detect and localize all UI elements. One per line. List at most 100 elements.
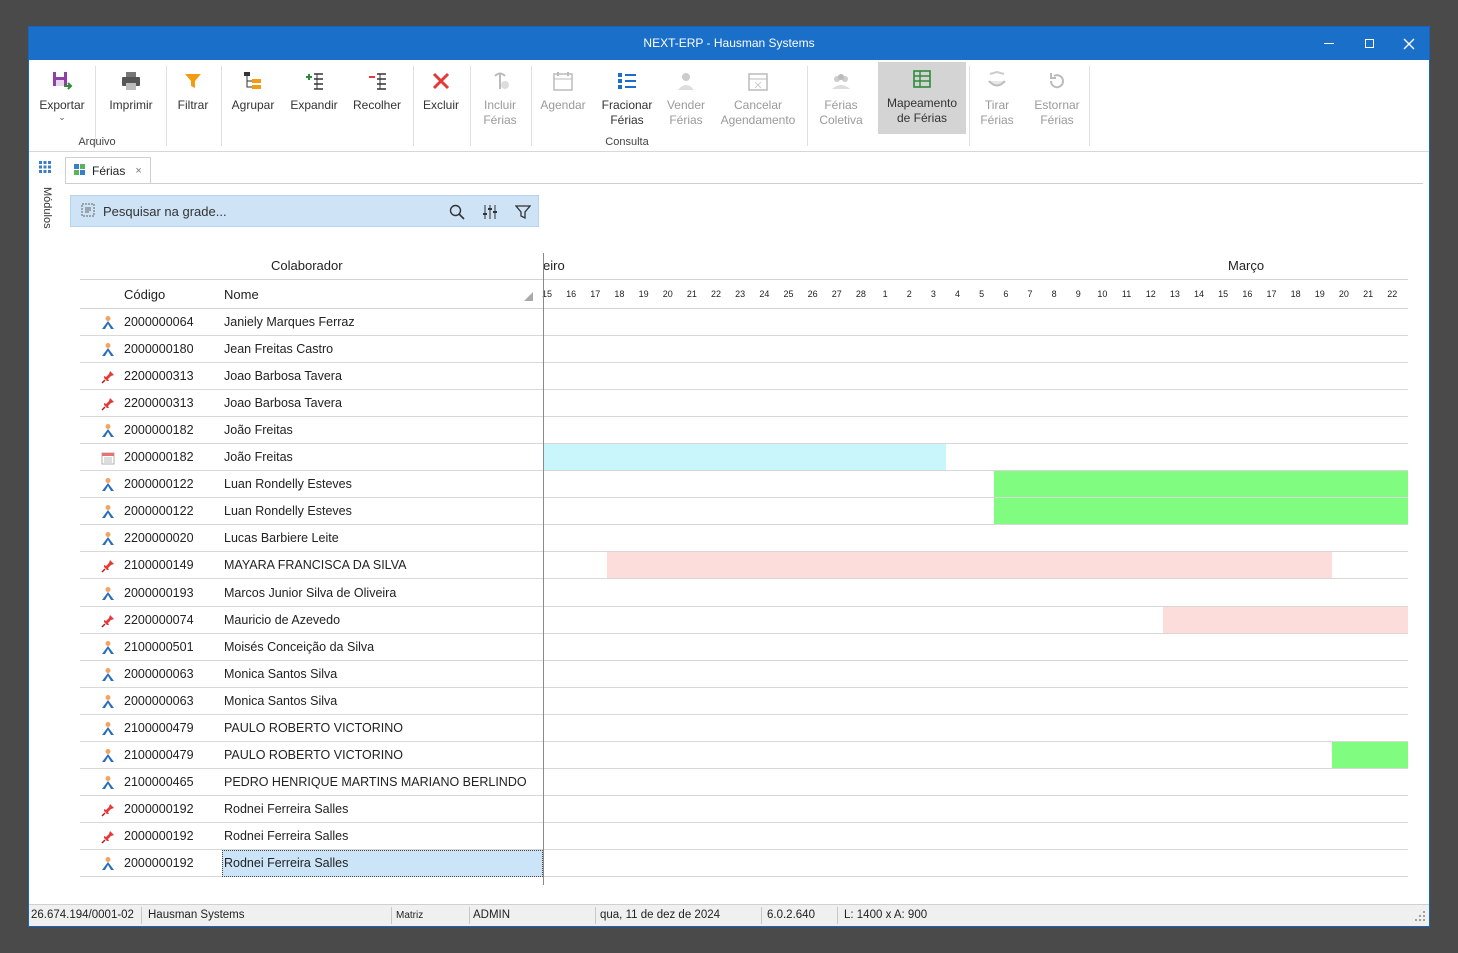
maximize-button[interactable] (1349, 27, 1389, 60)
day-header: 20 (662, 289, 673, 299)
person-icon (100, 640, 116, 656)
cell-code: 2100000501 (124, 639, 194, 654)
table-row[interactable]: 2000000180 Jean Freitas Castro (80, 336, 1408, 364)
day-header: 16 (1242, 289, 1253, 299)
table-row[interactable]: 2000000182 João Freitas (80, 444, 1408, 472)
close-button[interactable] (1389, 27, 1429, 60)
include-vacation-button[interactable]: Incluir Férias (476, 64, 524, 134)
minimize-button[interactable] (1309, 27, 1349, 60)
include-vacation-label-2: Férias (483, 113, 517, 127)
pin-icon (100, 829, 116, 845)
vacation-bar[interactable] (607, 552, 1332, 579)
cell-name: PAULO ROBERTO VICTORINO (224, 747, 403, 762)
grid-search-bar[interactable]: Pesquisar na grade... (70, 195, 539, 227)
search-input[interactable]: Pesquisar na grade... (103, 204, 227, 219)
table-row[interactable]: 2200000313 Joao Barbosa Tavera (80, 390, 1408, 418)
table-row[interactable]: 2000000122 Luan Rondelly Esteves (80, 498, 1408, 526)
person-icon (100, 667, 116, 683)
print-label: Imprimir (109, 98, 153, 112)
ribbon-divider (807, 66, 808, 146)
person-icon (100, 531, 116, 547)
reverse-vacation-button[interactable]: Estornar Férias (1031, 64, 1083, 134)
month-header-left: eiro (543, 258, 565, 273)
collective-vacation-button[interactable]: Férias Coletiva (815, 64, 867, 134)
vacation-bar[interactable] (1331, 741, 1408, 768)
sliders-icon[interactable] (482, 204, 498, 223)
table-row[interactable]: 2200000313 Joao Barbosa Tavera (80, 363, 1408, 391)
day-header: 22 (711, 289, 722, 299)
cell-code: 2000000192 (124, 856, 194, 870)
modules-sidebar-label[interactable]: Módulos (35, 187, 53, 247)
print-button[interactable]: Imprimir (101, 64, 161, 134)
table-row[interactable]: 2000000192 Rodnei Ferreira Salles (80, 796, 1408, 823)
table-row[interactable]: 2000000192 Rodnei Ferreira Salles (80, 850, 1408, 877)
status-cnpj: 26.674.194/0001-02 (31, 909, 134, 921)
vacation-bar[interactable] (1162, 606, 1408, 633)
cell-name: Janiely Marques Ferraz (224, 315, 355, 329)
table-row[interactable]: 2000000063 Monica Santos Silva (80, 688, 1408, 715)
search-icon[interactable] (449, 204, 465, 223)
table-row[interactable]: 2000000193 Marcos Junior Silva de Oliveir… (80, 580, 1408, 607)
cell-code: 2100000465 (124, 774, 194, 789)
tab-underline (65, 183, 1423, 184)
table-row[interactable]: 2000000063 Monica Santos Silva (80, 661, 1408, 688)
table-row[interactable]: 2000000182 João Freitas (80, 417, 1408, 445)
tab-ferias[interactable]: Férias × (65, 157, 151, 184)
person-icon (100, 721, 116, 737)
person-icon (100, 342, 116, 358)
table-row[interactable]: 2000000192 Rodnei Ferreira Salles (80, 823, 1408, 850)
grid-split-divider[interactable] (543, 253, 544, 885)
take-vacation-button[interactable]: Tirar Férias (975, 64, 1019, 134)
day-header: 14 (1194, 289, 1205, 299)
expand-icon (306, 73, 323, 90)
table-row[interactable]: 2100000501 Moisés Conceição da Silva (80, 634, 1408, 661)
sort-corner-icon[interactable] (524, 290, 533, 304)
cancel-schedule-button[interactable]: Cancelar Agendamento (717, 64, 799, 134)
vacation-bar[interactable] (993, 471, 1408, 498)
resize-grip-icon[interactable] (1415, 911, 1425, 924)
table-row[interactable]: 2100000465 PEDRO HENRIQUE MARTINS MARIANO… (80, 769, 1408, 796)
split-vacation-button[interactable]: Fracionar Férias (597, 64, 657, 134)
vacation-bar[interactable] (544, 444, 946, 471)
day-header: 17 (1266, 289, 1277, 299)
table-row[interactable]: 2100000149 MAYARA FRANCISCA DA SILVA (80, 552, 1408, 580)
vacation-map-button[interactable]: Mapeamento de Férias (878, 62, 966, 134)
day-header: 24 (759, 289, 770, 299)
schedule-button[interactable]: Agendar (537, 64, 589, 134)
people-group-icon (832, 74, 850, 89)
cell-name: Luan Rondelly Esteves (224, 477, 352, 492)
expand-label: Expandir (290, 98, 338, 112)
split-vacation-label-2: Férias (610, 113, 644, 127)
cell-name: Jean Freitas Castro (224, 342, 334, 357)
cell-name: João Freitas (224, 450, 293, 465)
day-header: 21 (1363, 289, 1374, 299)
group-tree-icon (244, 72, 261, 89)
filter-button[interactable]: Filtrar (172, 64, 214, 134)
table-row[interactable]: 2100000479 PAULO ROBERTO VICTORINO (80, 741, 1408, 769)
expand-button[interactable]: Expandir (287, 64, 341, 134)
status-date: qua, 11 de dez de 2024 (600, 909, 721, 921)
person-icon (100, 315, 116, 331)
collapse-button[interactable]: Recolher (349, 64, 405, 134)
ribbon-divider (95, 66, 96, 146)
column-header-code[interactable]: Código (124, 287, 165, 302)
modules-grid-icon[interactable] (39, 161, 51, 176)
delete-button[interactable]: Excluir (419, 64, 463, 134)
filter-icon[interactable] (514, 204, 532, 223)
table-row[interactable]: 2200000074 Mauricio de Azevedo (80, 606, 1408, 634)
group-label: Agrupar (231, 98, 275, 112)
sell-vacation-button[interactable]: Vender Férias (663, 64, 709, 134)
table-row[interactable]: 2000000122 Luan Rondelly Esteves (80, 471, 1408, 499)
table-row[interactable]: 2100000479 PAULO ROBERTO VICTORINO (80, 715, 1408, 742)
group-button[interactable]: Agrupar (227, 64, 279, 134)
table-row[interactable]: 2000000064 Janiely Marques Ferraz (80, 309, 1408, 336)
table-row[interactable]: 2200000020 Lucas Barbiere Leite (80, 525, 1408, 553)
ribbon-divider (969, 66, 970, 146)
status-divider (595, 907, 596, 924)
export-button[interactable]: Exportar ⌄ (35, 64, 89, 134)
column-header-name[interactable]: Nome (224, 287, 259, 302)
day-header: 18 (1290, 289, 1301, 299)
vacation-bar[interactable] (993, 498, 1408, 525)
tab-close-icon[interactable]: × (135, 165, 141, 177)
day-header: 12 (1145, 289, 1156, 299)
